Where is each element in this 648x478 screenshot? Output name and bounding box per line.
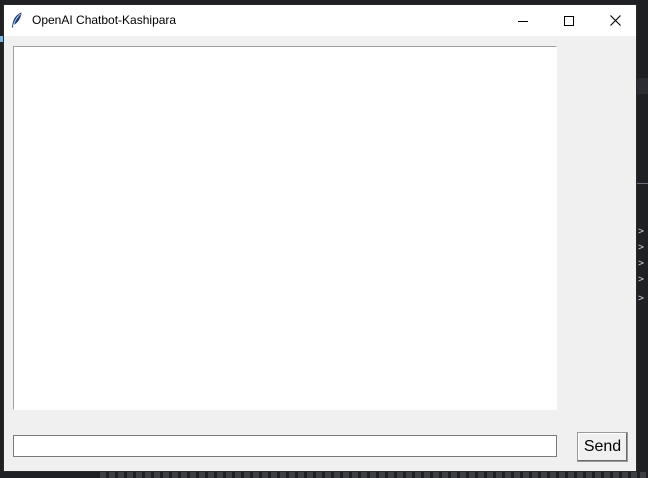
editor-glyph: > xyxy=(638,258,645,269)
editor-glyph: > xyxy=(638,226,645,237)
chat-log[interactable] xyxy=(13,46,557,410)
editor-divider xyxy=(637,183,648,184)
maximize-icon xyxy=(564,15,574,26)
minimize-button[interactable] xyxy=(500,5,546,36)
close-button[interactable] xyxy=(592,5,638,36)
editor-text-line xyxy=(100,472,648,478)
send-button[interactable]: Send xyxy=(577,432,628,462)
editor-glyph: > xyxy=(638,274,645,285)
minimize-icon xyxy=(518,16,528,26)
chatbot-window: OpenAI Chatbot-Kashipara Send xyxy=(3,4,637,472)
maximize-button[interactable] xyxy=(546,5,592,36)
editor-highlight-line xyxy=(637,78,648,94)
title-bar[interactable]: OpenAI Chatbot-Kashipara xyxy=(4,5,636,36)
window-title: OpenAI Chatbot-Kashipara xyxy=(32,13,177,27)
editor-glyph: > xyxy=(638,293,645,304)
close-icon xyxy=(609,15,621,26)
feather-icon xyxy=(11,12,23,28)
editor-glyph: > xyxy=(638,242,645,253)
message-input[interactable] xyxy=(13,435,557,457)
